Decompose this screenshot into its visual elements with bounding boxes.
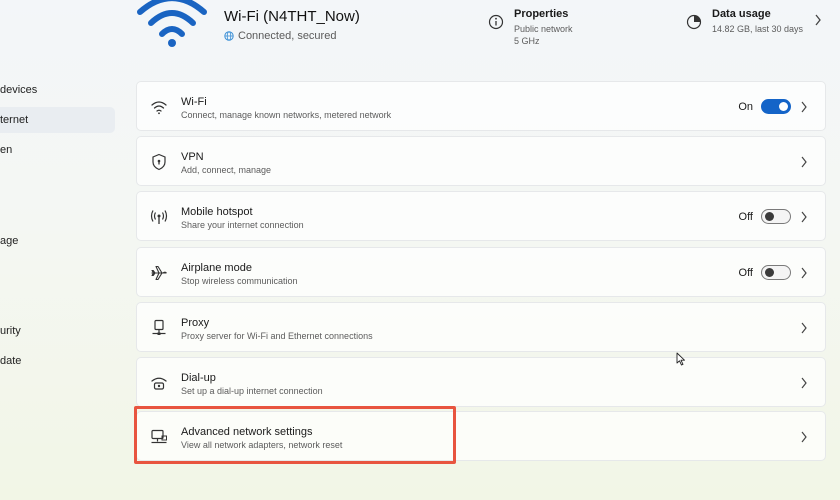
- advanced-network-settings-title: Advanced network settings: [181, 426, 313, 438]
- airplane-icon: [151, 265, 167, 281]
- sidebar-item-network-internet[interactable]: ternet: [0, 107, 115, 133]
- dialup-icon: [151, 377, 167, 390]
- dial-up-subtitle: Set up a dial-up internet connection: [181, 386, 323, 396]
- data-usage-icon: [686, 14, 702, 30]
- wifi-subtitle: Connect, manage known networks, metered …: [181, 110, 392, 120]
- toggle-knob: [765, 212, 774, 221]
- hotspot-icon: [150, 210, 168, 224]
- data-usage-amount: 14.82 GB, last 30 days: [712, 24, 804, 34]
- airplane-mode-setting-card[interactable]: Airplane mode Stop wireless communicatio…: [136, 247, 826, 297]
- toggle-knob: [765, 268, 774, 277]
- mobile-hotspot-toggle-state: Off: [738, 211, 753, 223]
- globe-icon: [224, 31, 234, 41]
- wifi-setting-card[interactable]: Wi-Fi Connect, manage known networks, me…: [136, 81, 826, 131]
- sidebar-item-privacy-security[interactable]: urity: [0, 318, 21, 344]
- proxy-title: Proxy: [181, 317, 210, 329]
- chevron-right-icon: [801, 377, 807, 389]
- mobile-hotspot-title: Mobile hotspot: [181, 206, 253, 218]
- wifi-toggle[interactable]: [761, 99, 791, 114]
- sidebar-item-label: ternet: [0, 114, 29, 126]
- connection-status: Connected, secured: [224, 30, 336, 42]
- network-adapter-icon: [151, 429, 167, 444]
- sidebar-item-personalization[interactable]: en: [0, 137, 12, 163]
- connection-status-text: Connected, secured: [238, 30, 337, 42]
- chevron-right-icon: [801, 322, 807, 334]
- sidebar: devices ternet en age urity date: [0, 0, 122, 500]
- airplane-mode-toggle[interactable]: [761, 265, 791, 280]
- data-usage-title: Data usage: [712, 8, 771, 20]
- properties-link[interactable]: Properties Public network 5 GHz: [514, 8, 573, 47]
- sidebar-item-label: urity: [0, 325, 21, 337]
- proxy-subtitle: Proxy server for Wi-Fi and Ethernet conn…: [181, 331, 373, 341]
- shield-icon: [152, 153, 166, 171]
- sidebar-item-bluetooth-devices[interactable]: devices: [0, 77, 37, 103]
- airplane-mode-title: Airplane mode: [181, 262, 252, 274]
- chevron-right-icon: [801, 156, 807, 168]
- properties-title: Properties: [514, 8, 569, 20]
- chevron-right-icon: [801, 267, 807, 279]
- chevron-right-icon: [801, 431, 807, 443]
- info-icon: [488, 14, 504, 30]
- sidebar-item-language[interactable]: age: [0, 228, 18, 254]
- wifi-toggle-state: On: [738, 101, 753, 113]
- sidebar-item-label: en: [0, 144, 13, 156]
- airplane-mode-subtitle: Stop wireless communication: [181, 276, 298, 286]
- mobile-hotspot-setting-card[interactable]: Mobile hotspot Share your internet conne…: [136, 191, 826, 241]
- sidebar-item-label: age: [0, 235, 19, 247]
- network-profile: Public network: [514, 24, 573, 34]
- wifi-title: Wi-Fi: [181, 96, 207, 108]
- advanced-network-settings-card[interactable]: Advanced network settings View all netwo…: [136, 411, 826, 461]
- proxy-setting-card[interactable]: Proxy Proxy server for Wi-Fi and Etherne…: [136, 302, 826, 352]
- mobile-hotspot-subtitle: Share your internet connection: [181, 220, 304, 230]
- vpn-setting-card[interactable]: VPN Add, connect, manage: [136, 136, 826, 186]
- chevron-right-icon: [801, 211, 807, 223]
- wifi-icon: [151, 101, 167, 115]
- chevron-right-icon: [801, 101, 807, 113]
- data-usage-link[interactable]: Data usage 14.82 GB, last 30 days: [712, 8, 803, 35]
- toggle-knob: [779, 102, 788, 111]
- network-band: 5 GHz: [514, 36, 540, 46]
- sidebar-item-label: date: [0, 355, 22, 367]
- sidebar-item-label: devices: [0, 84, 38, 96]
- proxy-icon: [152, 319, 166, 335]
- sidebar-item-windows-update[interactable]: date: [0, 348, 21, 374]
- vpn-title: VPN: [181, 151, 204, 163]
- mobile-hotspot-toggle[interactable]: [761, 209, 791, 224]
- chevron-right-icon: [815, 14, 821, 26]
- wifi-large-icon: [137, 0, 207, 47]
- network-header: Wi-Fi (N4THT_Now) Connected, secured Pro…: [136, 0, 840, 62]
- airplane-mode-toggle-state: Off: [738, 267, 753, 279]
- advanced-network-settings-subtitle: View all network adapters, network reset: [181, 440, 343, 450]
- vpn-subtitle: Add, connect, manage: [181, 165, 272, 175]
- dial-up-setting-card[interactable]: Dial-up Set up a dial-up internet connec…: [136, 357, 826, 407]
- mouse-cursor-icon: [676, 352, 685, 366]
- dial-up-title: Dial-up: [181, 372, 216, 384]
- network-name: Wi-Fi (N4THT_Now): [224, 8, 360, 25]
